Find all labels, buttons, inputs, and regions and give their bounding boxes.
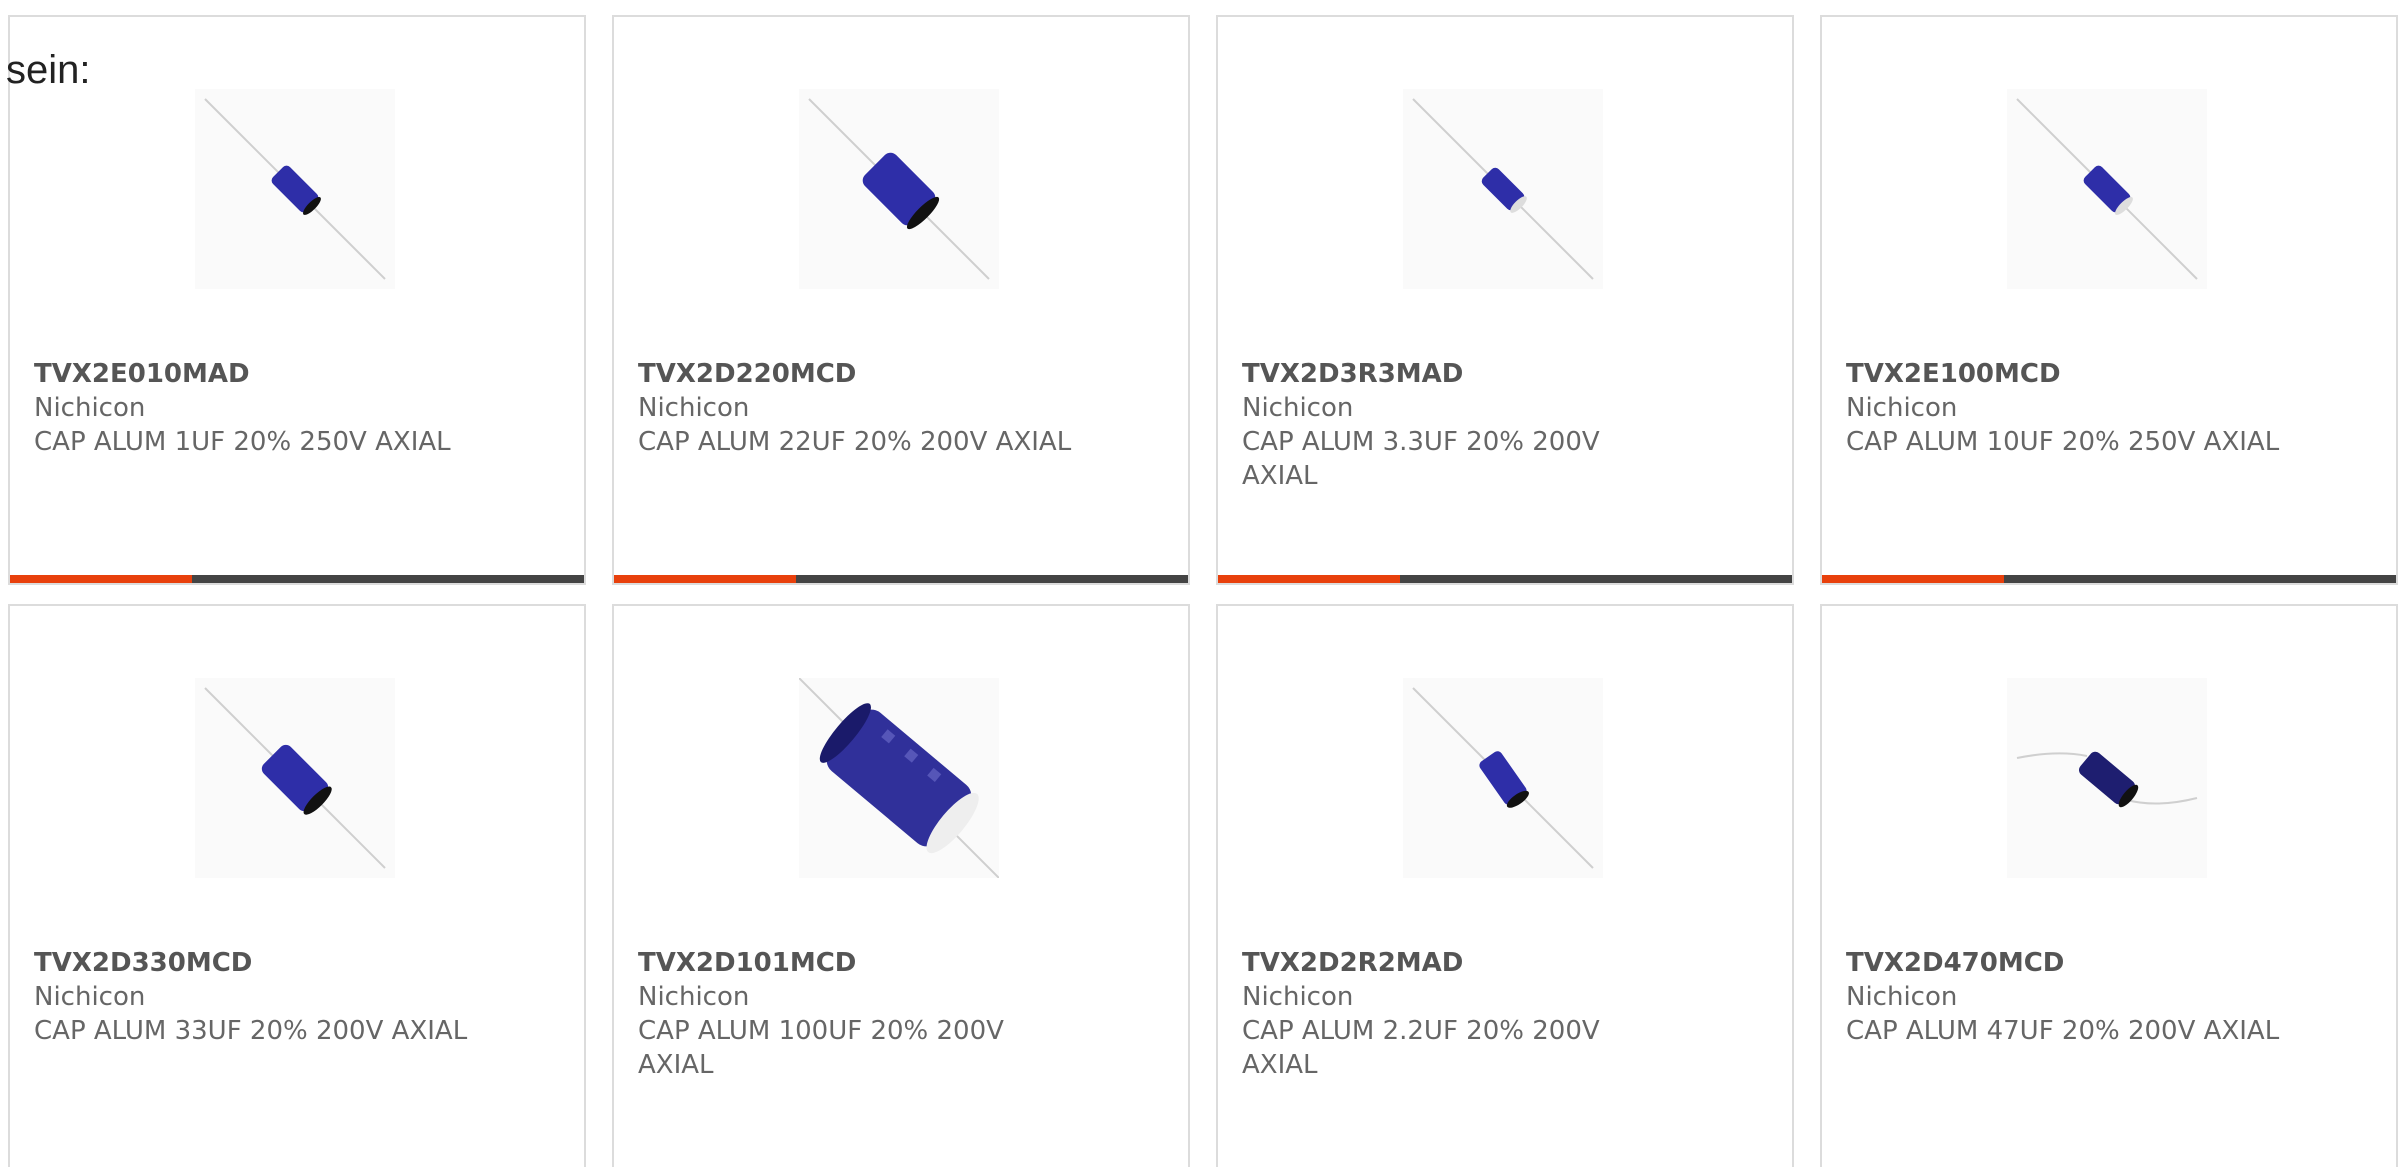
product-description: CAP ALUM 3.3UF 20% 200V AXIAL [1242, 427, 1600, 491]
product-description: CAP ALUM 22UF 20% 200V AXIAL [638, 427, 1072, 457]
product-description: CAP ALUM 2.2UF 20% 200V AXIAL [1242, 1016, 1600, 1080]
part-number-link[interactable]: TVX2D220MCD [638, 357, 1098, 391]
product-card[interactable]: TVX2D3R3MAD Nichicon CAP ALUM 3.3UF 20% … [1216, 15, 1794, 585]
manufacturer-label: Nichicon [34, 982, 146, 1012]
part-number-link[interactable]: TVX2D101MCD [638, 946, 1098, 980]
axial-capacitor-icon [1412, 98, 1594, 280]
manufacturer-label: Nichicon [1242, 982, 1354, 1012]
card-accent-bar [614, 575, 796, 583]
part-number-link[interactable]: TVX2D330MCD [34, 946, 494, 980]
card-accent-bar [1822, 575, 2004, 583]
product-card[interactable]: TVX2D470MCD Nichicon CAP ALUM 47UF 20% 2… [1820, 604, 2398, 1167]
product-image[interactable] [1403, 89, 1603, 289]
manufacturer-label: Nichicon [1846, 982, 1958, 1012]
manufacturer-label: Nichicon [638, 393, 750, 423]
axial-capacitor-icon [808, 98, 990, 280]
axial-capacitor-icon [799, 678, 999, 878]
product-description: CAP ALUM 100UF 20% 200V AXIAL [638, 1016, 1004, 1080]
card-footer-bar [1822, 575, 2396, 583]
product-grid: TVX2E010MAD Nichicon CAP ALUM 1UF 20% 25… [8, 15, 2400, 1167]
card-accent-bar [1218, 575, 1400, 583]
card-accent-bar [10, 575, 192, 583]
manufacturer-label: Nichicon [34, 393, 146, 423]
card-footer-bar [614, 575, 1188, 583]
product-image[interactable] [2007, 678, 2207, 878]
axial-capacitor-icon [204, 98, 386, 280]
product-image[interactable] [195, 678, 395, 878]
product-description: CAP ALUM 1UF 20% 250V AXIAL [34, 427, 451, 457]
product-image[interactable] [195, 89, 395, 289]
product-description: CAP ALUM 10UF 20% 250V AXIAL [1846, 427, 2280, 457]
axial-capacitor-icon [2016, 98, 2198, 280]
manufacturer-label: Nichicon [638, 982, 750, 1012]
product-card[interactable]: TVX2E010MAD Nichicon CAP ALUM 1UF 20% 25… [8, 15, 586, 585]
product-description: CAP ALUM 33UF 20% 200V AXIAL [34, 1016, 468, 1046]
axial-capacitor-icon [1412, 687, 1594, 869]
product-image[interactable] [799, 89, 999, 289]
product-image[interactable] [799, 678, 999, 878]
product-card[interactable]: TVX2E100MCD Nichicon CAP ALUM 10UF 20% 2… [1820, 15, 2398, 585]
card-footer-bar [10, 575, 584, 583]
part-number-link[interactable]: TVX2E010MAD [34, 357, 494, 391]
part-number-link[interactable]: TVX2D470MCD [1846, 946, 2306, 980]
manufacturer-label: Nichicon [1242, 393, 1354, 423]
product-image[interactable] [1403, 678, 1603, 878]
product-card[interactable]: TVX2D101MCD Nichicon CAP ALUM 100UF 20% … [612, 604, 1190, 1167]
part-number-link[interactable]: TVX2D3R3MAD [1242, 357, 1702, 391]
part-number-link[interactable]: TVX2E100MCD [1846, 357, 2306, 391]
product-card[interactable]: TVX2D2R2MAD Nichicon CAP ALUM 2.2UF 20% … [1216, 604, 1794, 1167]
axial-capacitor-icon [204, 687, 386, 869]
axial-capacitor-icon [2016, 751, 2198, 808]
manufacturer-label: Nichicon [1846, 393, 1958, 423]
product-image[interactable] [2007, 89, 2207, 289]
part-number-link[interactable]: TVX2D2R2MAD [1242, 946, 1702, 980]
card-footer-bar [1218, 575, 1792, 583]
product-card[interactable]: TVX2D330MCD Nichicon CAP ALUM 33UF 20% 2… [8, 604, 586, 1167]
product-description: CAP ALUM 47UF 20% 200V AXIAL [1846, 1016, 2280, 1046]
product-card[interactable]: TVX2D220MCD Nichicon CAP ALUM 22UF 20% 2… [612, 15, 1190, 585]
intro-text: sein: [6, 48, 91, 92]
